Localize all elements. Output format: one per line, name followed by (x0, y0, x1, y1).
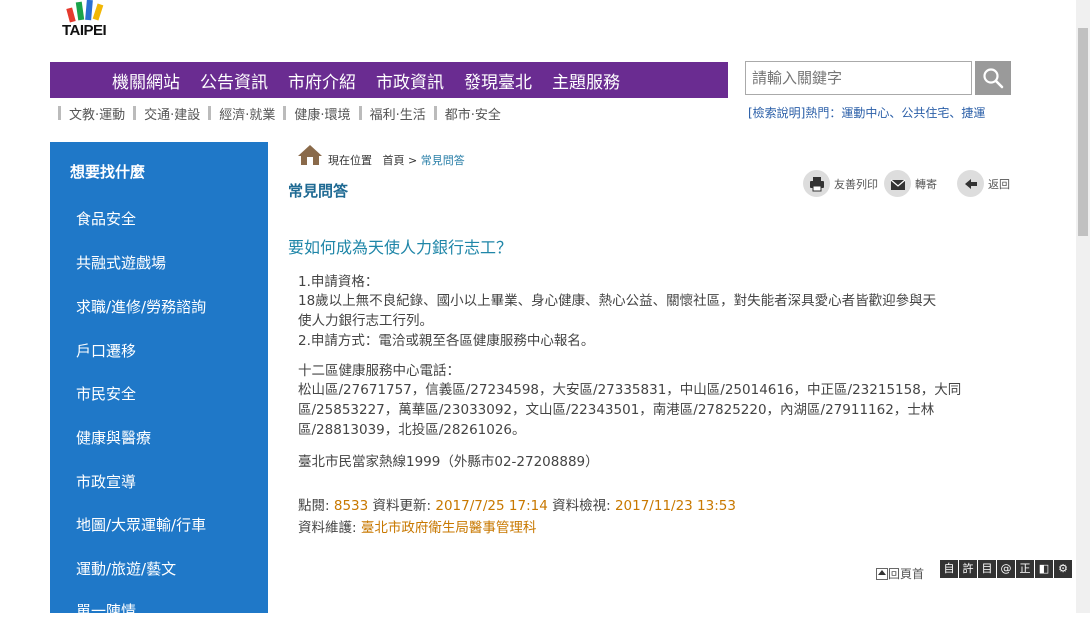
mail-icon (884, 170, 911, 197)
nav-city-intro[interactable]: 市府介紹 (288, 68, 356, 93)
hot-keywords[interactable]: [檢索說明]熱門：運動中心、公共住宅、捷運 (748, 104, 985, 121)
answer-line: 臺北市民當家熱線1999（外縣市02-27208889） (298, 454, 599, 470)
sidebar-item-playground[interactable]: 共融式遊戲場 (76, 252, 166, 273)
arrow-left-icon (957, 170, 984, 197)
checked-label: 資料檢視: (552, 498, 611, 514)
back-button[interactable]: 返回 (957, 170, 1010, 197)
accessibility-toolbar: 自 許 目 @ 正 ◧ ⚙ (940, 560, 1073, 578)
go-top-link[interactable]: 回頁首 (876, 565, 924, 582)
sidebar-item-sports-travel[interactable]: 運動/旅遊/藝文 (76, 558, 176, 579)
print-button[interactable]: 友善列印 (803, 170, 878, 197)
access-button[interactable]: ◧ (1035, 560, 1053, 578)
views-count: 8533 (333, 498, 369, 514)
logo-text: TAIPEI (62, 22, 107, 39)
search-icon (983, 68, 1004, 89)
access-button[interactable]: 目 (978, 560, 996, 578)
scrollbar-thumb[interactable] (1078, 28, 1088, 236)
breadcrumb-home[interactable]: 首頁 (383, 154, 405, 167)
breadcrumb-current[interactable]: 常見問答 (421, 154, 465, 167)
divider (58, 106, 61, 120)
category-nav: 文教‧運動 交通‧建設 經濟‧就業 健康‧環境 福利‧生活 都市‧安全 (50, 103, 501, 123)
nav-announcements[interactable]: 公告資訊 (200, 68, 268, 93)
nav-theme-services[interactable]: 主題服務 (552, 68, 620, 93)
forward-label: 轉寄 (915, 177, 937, 191)
home-icon[interactable] (297, 143, 323, 167)
sidebar-item-jobs[interactable]: 求職/進修/勞務諮詢 (76, 296, 206, 317)
cat-transport-construction[interactable]: 交通‧建設 (144, 104, 200, 123)
updated-date: 2017/7/25 17:14 (435, 498, 548, 514)
answer-line: 1.申請資格： (298, 274, 379, 290)
sidebar-item-safety[interactable]: 市民安全 (76, 383, 136, 404)
top-nav: 機關網站 公告資訊 市府介紹 市政資訊 發現臺北 主題服務 (50, 62, 728, 98)
answer-line: 使人力銀行志工行列。 (298, 313, 433, 329)
sidebar-title: 想要找什麼 (70, 163, 146, 181)
access-button[interactable]: @ (997, 560, 1015, 578)
answer-line: 松山區/27671757，信義區/27234598，大安區/27335831，中… (298, 382, 962, 398)
sidebar-item-petition[interactable]: 單一陳情 (76, 600, 136, 621)
access-button[interactable]: 正 (1016, 560, 1034, 578)
print-label: 友善列印 (834, 177, 878, 191)
cat-education-sports[interactable]: 文教‧運動 (69, 104, 125, 123)
sidebar: 想要找什麼 食品安全 共融式遊戲場 求職/進修/勞務諮詢 戶口遷移 市民安全 健… (50, 142, 268, 620)
answer-line: 18歲以上無不良紀錄、國小以上畢業、身心健康、熱心公益、關懷社區，對失能者深具愛… (298, 293, 937, 309)
divider (433, 106, 437, 120)
forward-button[interactable]: 轉寄 (884, 170, 937, 197)
printer-icon (803, 170, 830, 197)
question-title: 要如何成為天使人力銀行志工？ (288, 238, 513, 257)
maintainer-link[interactable]: 臺北市政府衛生局醫事管理科 (361, 520, 537, 536)
maintainer-row: 資料維護: 臺北市政府衛生局醫事管理科 (298, 516, 536, 536)
answer-line: 2.申請方式：電洽或親至各區健康服務中心報名。 (298, 333, 595, 349)
arrow-up-icon (876, 567, 888, 580)
nav-city-info[interactable]: 市政資訊 (376, 68, 444, 93)
cat-health-environment[interactable]: 健康‧環境 (294, 104, 350, 123)
divider (133, 106, 137, 120)
updated-label: 資料更新: (372, 498, 432, 514)
sidebar-item-health[interactable]: 健康與醫療 (76, 427, 151, 448)
search-button[interactable] (975, 61, 1011, 95)
sidebar-item-food-safety[interactable]: 食品安全 (76, 208, 136, 229)
divider (283, 106, 287, 120)
access-button[interactable]: 自 (940, 560, 958, 578)
breadcrumb-label: 現在位置 (328, 154, 372, 167)
nav-agencies[interactable]: 機關網站 (112, 68, 180, 93)
answer-line: 十二區健康服務中心電話： (298, 363, 460, 379)
cat-welfare-life[interactable]: 福利‧生活 (370, 104, 426, 123)
answer-line: 區/28813039，北投區/28261026。 (298, 422, 526, 438)
nav-discover-taipei[interactable]: 發現臺北 (464, 68, 532, 93)
cat-urban-safety[interactable]: 都市‧安全 (445, 104, 501, 123)
page-meta: 點閱: 8533 資料更新: 2017/7/25 17:14 資料檢視: 201… (298, 494, 736, 514)
back-label: 返回 (988, 177, 1010, 191)
divider (208, 106, 212, 120)
checked-date: 2017/11/23 13:53 (614, 498, 736, 514)
page-tools: 友善列印 轉寄 返回 (803, 170, 1016, 197)
page-title: 常見問答 (288, 182, 349, 200)
cat-economy-employment[interactable]: 經濟‧就業 (219, 104, 275, 123)
go-top-label: 回頁首 (888, 567, 925, 581)
settings-icon[interactable]: ⚙ (1054, 560, 1072, 578)
divider (358, 106, 362, 120)
views-label: 點閱: (298, 498, 330, 514)
answer-line: 區/25853227，萬華區/23033092，文山區/22343501，南港區… (298, 402, 935, 418)
access-button[interactable]: 許 (959, 560, 977, 578)
search-input[interactable] (745, 61, 972, 95)
sidebar-item-promotion[interactable]: 市政宣導 (76, 471, 136, 492)
sidebar-item-household[interactable]: 戶口遷移 (76, 340, 136, 361)
sidebar-item-map-transport[interactable]: 地圖/大眾運輸/行車 (76, 514, 206, 535)
breadcrumb: 現在位置 首頁 > 常見問答 (328, 152, 465, 168)
breadcrumb-sep: > (408, 154, 418, 167)
maintainer-label: 資料維護: (298, 520, 357, 536)
